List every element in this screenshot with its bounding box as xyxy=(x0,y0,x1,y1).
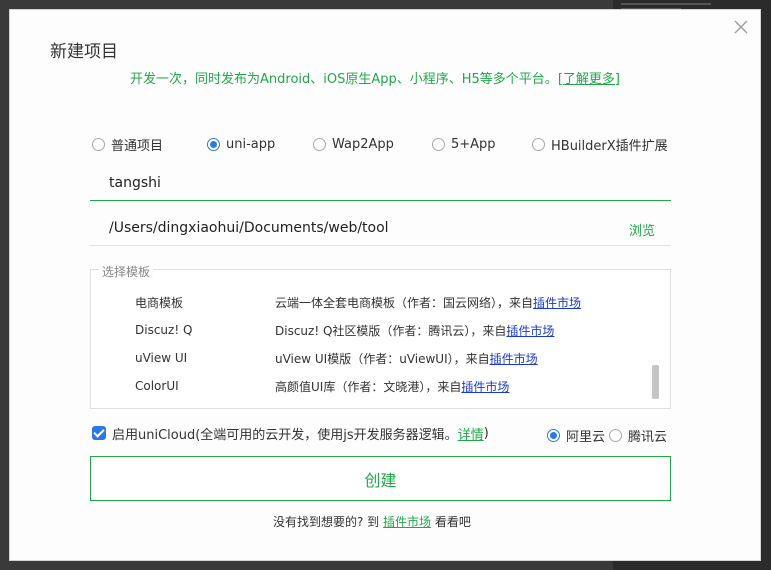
template-list[interactable]: 选择模板 电商模板 云端一体全套电商模板（作者：国云网络），来自 插件市场 Dis… xyxy=(90,263,671,409)
footer-prefix: 没有找到想要的? 到 xyxy=(273,515,380,529)
close-button[interactable] xyxy=(731,17,751,37)
radio-hbuilderx-plugin[interactable]: HBuilderX插件扩展 xyxy=(532,135,668,154)
project-location-input[interactable]: /Users/dingxiaohui/Documents/web/tool xyxy=(109,220,389,236)
plugin-market-link[interactable]: 插件市场 xyxy=(533,294,581,311)
dialog-title: 新建项目 xyxy=(50,42,118,62)
unicloud-checkbox[interactable] xyxy=(92,426,106,440)
background-line xyxy=(621,3,711,5)
template-desc: 云端一体全套电商模板（作者：国云网络），来自 xyxy=(275,295,534,310)
learn-more-link[interactable]: [了解更多] xyxy=(558,72,620,87)
unicloud-label-end: ) xyxy=(483,425,489,441)
plugin-market-link[interactable]: 插件市场 xyxy=(461,378,509,395)
radio-button[interactable] xyxy=(532,137,545,151)
template-row[interactable]: 电商模板 云端一体全套电商模板（作者：国云网络），来自 插件市场 xyxy=(135,293,581,311)
radio-button[interactable] xyxy=(207,137,220,151)
radio-5plus-app[interactable]: 5+App xyxy=(432,137,532,152)
project-name-input[interactable]: tangshi xyxy=(90,165,671,201)
template-name: 电商模板 xyxy=(135,295,184,310)
radio-button[interactable] xyxy=(92,137,105,151)
radio-button[interactable] xyxy=(313,137,326,151)
radio-label: Wap2App xyxy=(332,136,394,152)
footer-plugin-market-link[interactable]: 插件市场 xyxy=(383,515,431,529)
template-desc: Discuz! Q社区模版（作者：腾讯云），来自 xyxy=(275,323,507,338)
new-project-dialog: 新建项目 开发一次，同时发布为Android、iOS原生App、小程序、H5等多… xyxy=(9,9,761,561)
template-row[interactable]: uView UI uView UI模版（作者：uViewUI），来自 插件市场 xyxy=(135,349,538,367)
template-row[interactable]: ColorUI 高颜值UI库（作者：文晓港），来自 插件市场 xyxy=(135,377,509,395)
browse-button[interactable]: 浏览 xyxy=(629,220,655,239)
close-icon xyxy=(734,20,748,34)
template-desc: uView UI模版（作者：uViewUI），来自 xyxy=(275,351,490,366)
radio-tencent-cloud[interactable]: 腾讯云 xyxy=(609,426,667,445)
radio-button[interactable] xyxy=(609,428,623,442)
template-name: Discuz! Q xyxy=(135,323,193,337)
radio-button[interactable] xyxy=(432,137,445,151)
radio-label: HBuilderX插件扩展 xyxy=(551,138,668,154)
radio-wap2app[interactable]: Wap2App xyxy=(313,137,432,152)
template-desc: 高颜值UI库（作者：文晓港），来自 xyxy=(275,379,462,394)
template-row[interactable]: Discuz! Q Discuz! Q社区模版（作者：腾讯云），来自 插件市场 xyxy=(135,321,554,339)
project-location-field[interactable]: /Users/dingxiaohui/Documents/web/tool 浏览 xyxy=(90,210,671,246)
radio-label: uni-app xyxy=(226,136,276,152)
radio-label: 腾讯云 xyxy=(628,429,668,445)
footer-hint: 没有找到想要的? 到 插件市场 看看吧 xyxy=(273,513,471,530)
unicloud-option: 启用uniCloud(全端可用的云开发，使用js开发服务器逻辑。 详情) xyxy=(92,424,489,443)
unicloud-label: 启用uniCloud(全端可用的云开发，使用js开发服务器逻辑。 xyxy=(112,427,458,443)
radio-label: 普通项目 xyxy=(111,138,164,154)
radio-button[interactable] xyxy=(547,428,560,442)
radio-uni-app[interactable]: uni-app xyxy=(207,137,313,152)
project-type-group: 普通项目 uni-app Wap2App 5+App HBuilderX插件扩展 xyxy=(92,135,668,154)
radio-normal-project[interactable]: 普通项目 xyxy=(92,135,207,154)
template-legend: 选择模板 xyxy=(99,263,154,280)
create-button[interactable]: 创建 xyxy=(90,456,671,501)
subtitle-text: 开发一次，同时发布为Android、iOS原生App、小程序、H5等多个平台。 xyxy=(130,72,558,87)
radio-aliyun[interactable]: 阿里云 xyxy=(547,426,605,445)
plugin-market-link[interactable]: 插件市场 xyxy=(506,322,554,339)
unicloud-details-link[interactable]: 详情 xyxy=(458,424,484,443)
radio-label: 5+App xyxy=(451,136,496,152)
plugin-market-link[interactable]: 插件市场 xyxy=(490,350,538,367)
template-scrollbar[interactable] xyxy=(652,365,659,399)
template-name: uView UI xyxy=(135,351,188,365)
radio-label: 阿里云 xyxy=(566,429,606,445)
cloud-provider-group: 阿里云 腾讯云 xyxy=(547,426,667,445)
dialog-subtitle: 开发一次，同时发布为Android、iOS原生App、小程序、H5等多个平台。[… xyxy=(130,68,620,87)
footer-suffix: 看看吧 xyxy=(434,515,471,529)
template-name: ColorUI xyxy=(135,379,179,393)
